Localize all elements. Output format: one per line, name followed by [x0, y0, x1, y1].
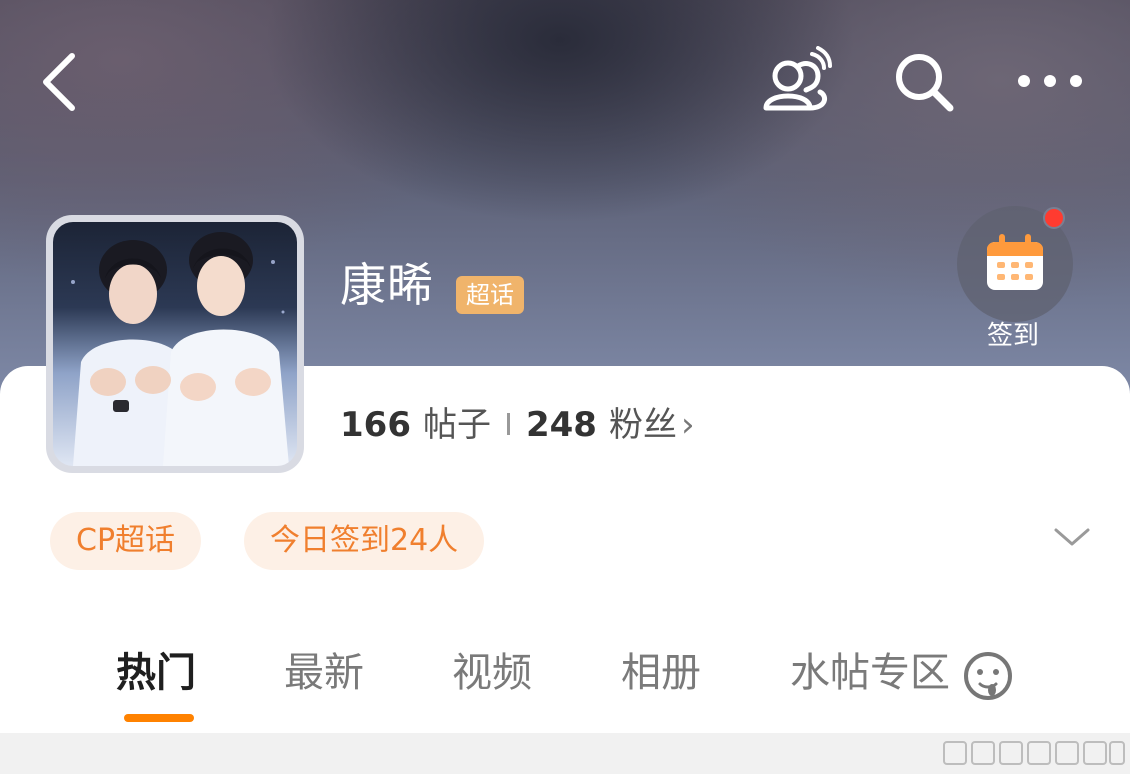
active-tab-indicator: [124, 714, 194, 722]
super-topic-badge: 超话: [456, 276, 524, 314]
tab-album[interactable]: 相册: [621, 648, 701, 698]
page-title: 康晞: [340, 258, 434, 312]
watermark-logo: [943, 741, 1125, 765]
chevron-right-icon[interactable]: ›: [681, 405, 695, 445]
fans-count[interactable]: 248: [526, 405, 597, 445]
chip-checkin-count[interactable]: 今日签到24人: [244, 512, 485, 570]
checkin-label[interactable]: 签到: [987, 323, 1039, 349]
calendar-icon: [987, 234, 1043, 290]
stats-row: 166 帖子 248 粉丝 ›: [340, 402, 695, 448]
tab-video[interactable]: 视频: [452, 648, 532, 698]
search-icon[interactable]: [892, 50, 956, 114]
posts-count: 166: [340, 405, 411, 445]
stats-divider: [506, 412, 510, 435]
drooling-face-icon: [964, 652, 1012, 700]
chevron-down-icon[interactable]: [1052, 522, 1092, 552]
back-icon[interactable]: [36, 50, 82, 114]
avatar[interactable]: [46, 215, 304, 473]
posts-label: 帖子: [422, 405, 491, 445]
tab-water-posts[interactable]: 水帖专区: [790, 648, 950, 698]
chip-cp-topic[interactable]: CP超话: [50, 512, 202, 570]
more-icon[interactable]: [1014, 66, 1086, 96]
tab-latest[interactable]: 最新: [284, 648, 364, 698]
notification-dot: [1043, 207, 1065, 229]
avatar-image: [53, 222, 297, 466]
tab-hot[interactable]: 热门: [116, 648, 196, 698]
chat-icon[interactable]: [760, 46, 832, 116]
fans-label[interactable]: 粉丝: [609, 405, 677, 445]
